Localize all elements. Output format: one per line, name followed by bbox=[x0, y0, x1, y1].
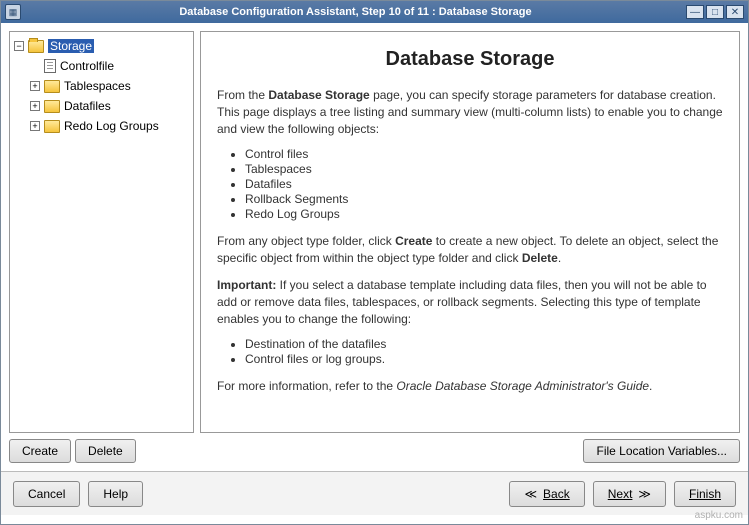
next-button[interactable]: Next≫ bbox=[593, 481, 666, 507]
list-item: Control files bbox=[245, 147, 723, 161]
tree-item-tablespaces[interactable]: + Tablespaces bbox=[12, 76, 191, 96]
help-button[interactable]: Help bbox=[88, 481, 143, 507]
window-title: Database Configuration Assistant, Step 1… bbox=[27, 6, 684, 18]
tree-label: Controlfile bbox=[60, 59, 114, 73]
list-item: Datafiles bbox=[245, 177, 723, 191]
main-panel: Database Storage From the Database Stora… bbox=[200, 31, 740, 463]
list-item: Rollback Segments bbox=[245, 192, 723, 206]
minimize-button[interactable]: — bbox=[686, 5, 704, 19]
tree-label: Redo Log Groups bbox=[64, 119, 159, 133]
collapse-icon[interactable]: − bbox=[14, 41, 24, 51]
chevron-right-icon: ≫ bbox=[638, 487, 651, 501]
list-item: Tablespaces bbox=[245, 162, 723, 176]
expand-icon[interactable]: + bbox=[30, 121, 40, 131]
list-item: Control files or log groups. bbox=[245, 352, 723, 366]
tree-label: Tablespaces bbox=[64, 79, 131, 93]
expand-icon[interactable]: + bbox=[30, 81, 40, 91]
file-icon bbox=[44, 59, 56, 73]
intro-paragraph: From the Database Storage page, you can … bbox=[217, 87, 723, 137]
objects-list: Control files Tablespaces Datafiles Roll… bbox=[217, 147, 723, 221]
page-title: Database Storage bbox=[217, 48, 723, 71]
tree-label: Storage bbox=[48, 39, 94, 53]
folder-icon bbox=[44, 80, 60, 93]
delete-button[interactable]: Delete bbox=[75, 439, 136, 463]
app-icon: ▦ bbox=[5, 4, 21, 20]
expand-icon[interactable]: + bbox=[30, 101, 40, 111]
create-button[interactable]: Create bbox=[9, 439, 71, 463]
close-button[interactable]: ✕ bbox=[726, 5, 744, 19]
important-paragraph: Important: If you select a database temp… bbox=[217, 277, 723, 327]
tree-item-datafiles[interactable]: + Datafiles bbox=[12, 96, 191, 116]
wizard-nav-bar: Cancel Help ≪Back Next≫ Finish bbox=[1, 471, 748, 515]
tree-item-redologgroups[interactable]: + Redo Log Groups bbox=[12, 116, 191, 136]
maximize-button[interactable]: □ bbox=[706, 5, 724, 19]
list-item: Destination of the datafiles bbox=[245, 337, 723, 351]
more-info-paragraph: For more information, refer to the Oracl… bbox=[217, 378, 723, 395]
list-item: Redo Log Groups bbox=[245, 207, 723, 221]
folder-icon bbox=[44, 100, 60, 113]
tree-item-controlfile[interactable]: Controlfile bbox=[12, 56, 191, 76]
folder-icon bbox=[44, 120, 60, 133]
tree-panel: − Storage Controlfile + Tablespaces + Da… bbox=[9, 31, 194, 463]
finish-button[interactable]: Finish bbox=[674, 481, 736, 507]
file-location-variables-button[interactable]: File Location Variables... bbox=[583, 439, 740, 463]
create-delete-paragraph: From any object type folder, click Creat… bbox=[217, 233, 723, 267]
cancel-button[interactable]: Cancel bbox=[13, 481, 80, 507]
tree-root-storage[interactable]: − Storage bbox=[12, 36, 191, 56]
chevron-left-icon: ≪ bbox=[524, 487, 537, 501]
description-pane: Database Storage From the Database Stora… bbox=[200, 31, 740, 433]
folder-open-icon bbox=[28, 40, 44, 53]
template-list: Destination of the datafiles Control fil… bbox=[217, 337, 723, 366]
titlebar: ▦ Database Configuration Assistant, Step… bbox=[1, 1, 748, 23]
back-button[interactable]: ≪Back bbox=[509, 481, 584, 507]
storage-tree[interactable]: − Storage Controlfile + Tablespaces + Da… bbox=[9, 31, 194, 433]
tree-label: Datafiles bbox=[64, 99, 111, 113]
